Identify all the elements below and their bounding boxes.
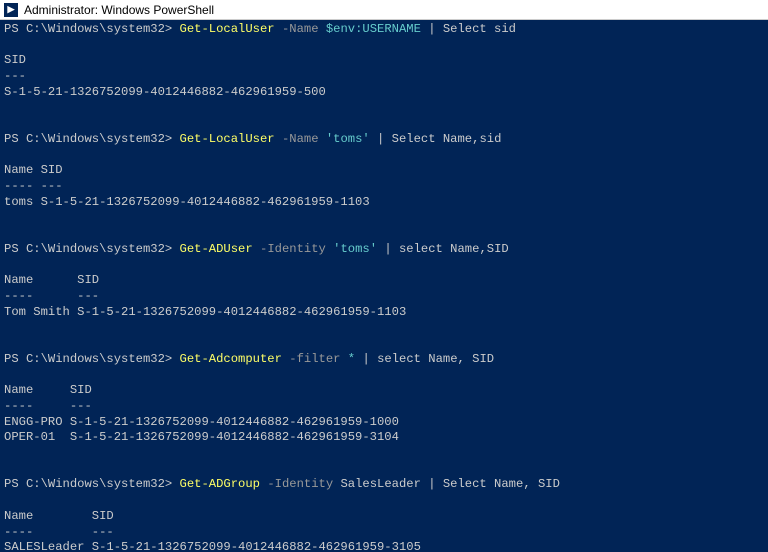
pipeline-tail: | Select Name,sid: [370, 132, 502, 146]
output-line: SALESLeader S-1-5-21-1326752099-40124468…: [4, 540, 764, 552]
output-line: [4, 493, 764, 509]
output-line: ---- ---: [4, 179, 764, 195]
terminal-line: PS C:\Windows\system32> Get-Adcomputer -…: [4, 352, 764, 368]
cmdlet: Get-ADGroup: [180, 477, 260, 491]
output-line: [4, 258, 764, 274]
parameter: -Identity: [267, 477, 333, 491]
pipeline-tail: | select Name, SID: [355, 352, 494, 366]
prompt: PS C:\Windows\system32>: [4, 242, 180, 256]
output-line: ---- ---: [4, 525, 764, 541]
output-line: [4, 462, 764, 478]
output-line: Tom Smith S-1-5-21-1326752099-4012446882…: [4, 305, 764, 321]
output-line: toms S-1-5-21-1326752099-4012446882-4629…: [4, 195, 764, 211]
output-line: [4, 38, 764, 54]
pipeline-tail: | Select sid: [421, 22, 516, 36]
prompt: PS C:\Windows\system32>: [4, 477, 180, 491]
cmdlet: Get-Adcomputer: [180, 352, 282, 366]
powershell-window: ▶ Administrator: Windows PowerShell PS C…: [0, 0, 768, 552]
cmdlet: Get-LocalUser: [180, 132, 275, 146]
output-line: SID: [4, 53, 764, 69]
titlebar[interactable]: ▶ Administrator: Windows PowerShell: [0, 0, 768, 20]
output-line: ENGG-PRO S-1-5-21-1326752099-4012446882-…: [4, 415, 764, 431]
output-line: Name SID: [4, 273, 764, 289]
parameter: -Identity: [260, 242, 326, 256]
output-line: [4, 116, 764, 132]
output-line: [4, 367, 764, 383]
output-line: [4, 226, 764, 242]
output-line: [4, 446, 764, 462]
parameter: -Name: [282, 22, 319, 36]
terminal-line: PS C:\Windows\system32> Get-LocalUser -N…: [4, 22, 764, 38]
cmdlet: Get-ADUser: [180, 242, 253, 256]
output-line: [4, 148, 764, 164]
output-line: [4, 101, 764, 117]
icon-glyph: ▶: [8, 4, 15, 15]
output-line: Name SID: [4, 163, 764, 179]
parameter: -Name: [282, 132, 319, 146]
output-line: OPER-01 S-1-5-21-1326752099-4012446882-4…: [4, 430, 764, 446]
output-line: [4, 336, 764, 352]
output-line: [4, 210, 764, 226]
pipeline-tail: | Select Name, SID: [421, 477, 560, 491]
terminal-line: PS C:\Windows\system32> Get-ADGroup -Ide…: [4, 477, 764, 493]
output-line: Name SID: [4, 509, 764, 525]
output-line: S-1-5-21-1326752099-4012446882-462961959…: [4, 85, 764, 101]
terminal-line: PS C:\Windows\system32> Get-LocalUser -N…: [4, 132, 764, 148]
output-line: ---- ---: [4, 289, 764, 305]
argument: 'toms': [333, 242, 377, 256]
powershell-icon: ▶: [4, 3, 18, 17]
argument: 'toms': [326, 132, 370, 146]
pipeline-tail: | select Name,SID: [377, 242, 509, 256]
output-line: ---- ---: [4, 399, 764, 415]
output-line: Name SID: [4, 383, 764, 399]
output-line: [4, 320, 764, 336]
prompt: PS C:\Windows\system32>: [4, 132, 180, 146]
terminal-line: PS C:\Windows\system32> Get-ADUser -Iden…: [4, 242, 764, 258]
output-line: ---: [4, 69, 764, 85]
prompt: PS C:\Windows\system32>: [4, 22, 180, 36]
argument: $env:USERNAME: [326, 22, 421, 36]
parameter: -filter: [289, 352, 340, 366]
cmdlet: Get-LocalUser: [180, 22, 275, 36]
prompt: PS C:\Windows\system32>: [4, 352, 180, 366]
terminal-area[interactable]: PS C:\Windows\system32> Get-LocalUser -N…: [0, 20, 768, 552]
argument: SalesLeader: [340, 477, 420, 491]
window-title: Administrator: Windows PowerShell: [24, 3, 214, 17]
